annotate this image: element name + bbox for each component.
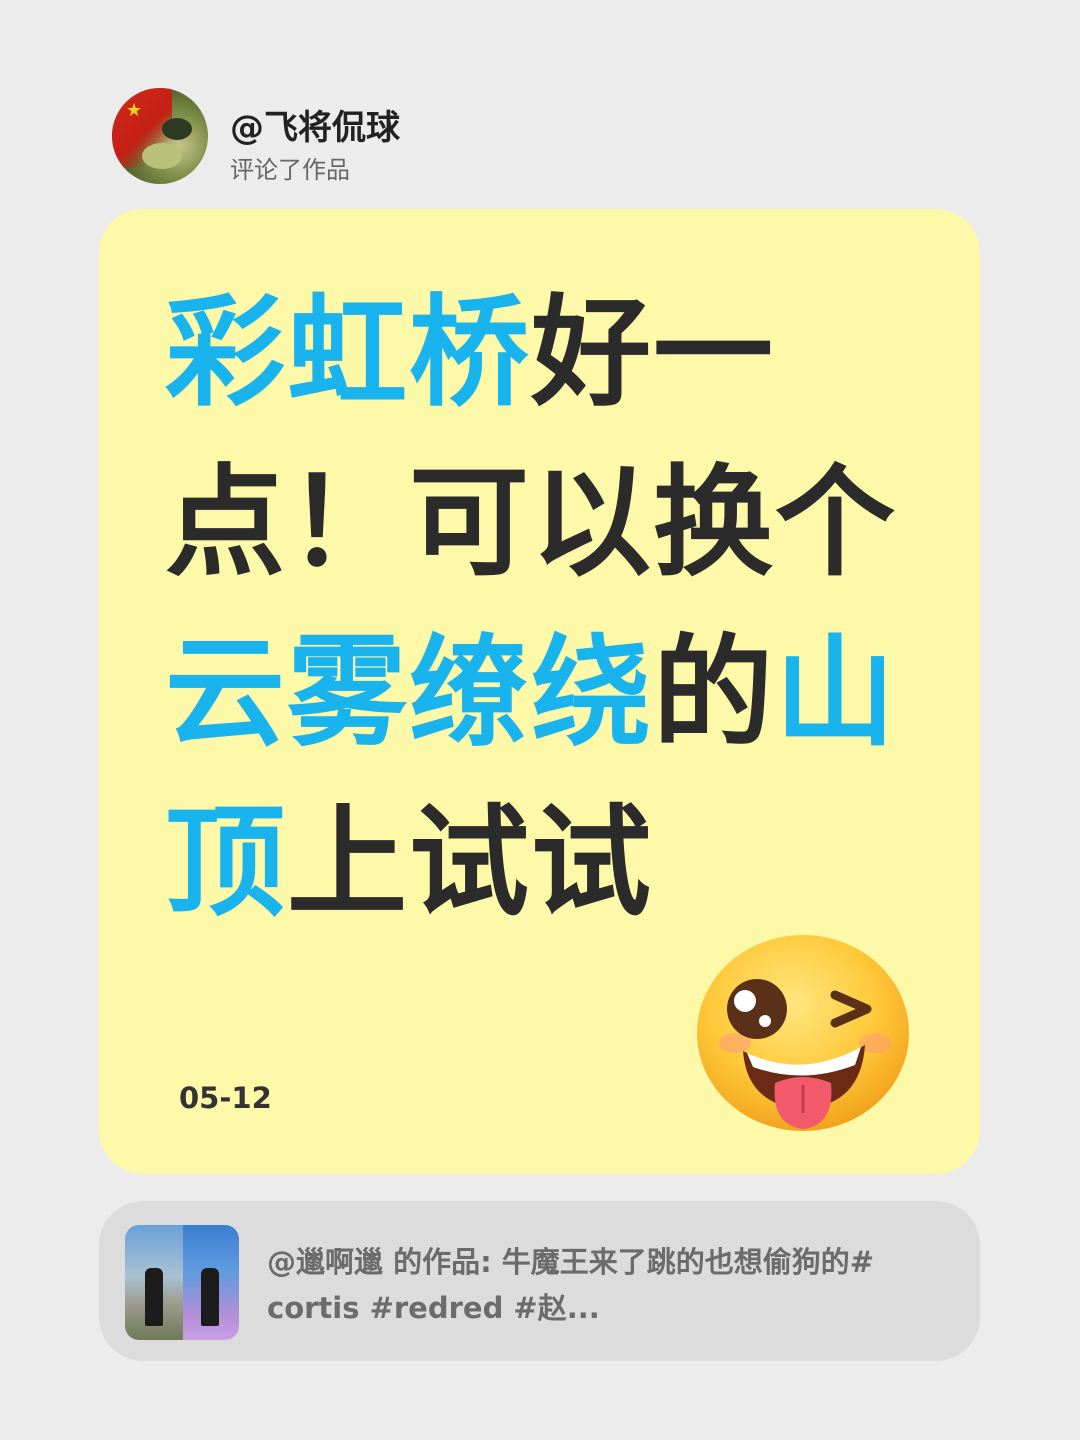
referenced-video-bar[interactable]: @邋啊邋 的作品: 牛魔王来了跳的也想偷狗的# cortis #redred #… <box>99 1201 980 1361</box>
username[interactable]: @飞将侃球 <box>230 100 400 149</box>
comment-card: 彩虹桥好一点！可以换个云雾缭绕的山顶上试试 05-12 <box>99 209 980 1174</box>
referenced-video-text[interactable]: @邋啊邋 的作品: 牛魔王来了跳的也想偷狗的# cortis #redred #… <box>267 1239 947 1331</box>
comment-segment: 的 <box>653 624 775 763</box>
comment-share-page: ★ @飞将侃球 评论了作品 彩虹桥好一点！可以换个云雾缭绕的山顶上试试 05-1… <box>0 0 1080 1440</box>
person-figure <box>145 1268 163 1326</box>
video-thumbnail[interactable] <box>125 1225 239 1340</box>
action-subtitle: 评论了作品 <box>230 156 350 184</box>
winking-face-with-tongue-icon <box>697 935 909 1131</box>
person-figure <box>201 1268 219 1326</box>
comment-date: 05-12 <box>179 1081 272 1115</box>
comment-text: 彩虹桥好一点！可以换个云雾缭绕的山顶上试试 <box>165 269 925 949</box>
comment-highlight-segment: 云雾缭绕 <box>165 624 653 763</box>
comment-highlight-segment: 彩虹桥 <box>165 284 531 423</box>
comment-segment: 上试试 <box>287 794 653 933</box>
user-avatar[interactable]: ★ <box>112 88 208 184</box>
star-icon: ★ <box>126 100 143 121</box>
